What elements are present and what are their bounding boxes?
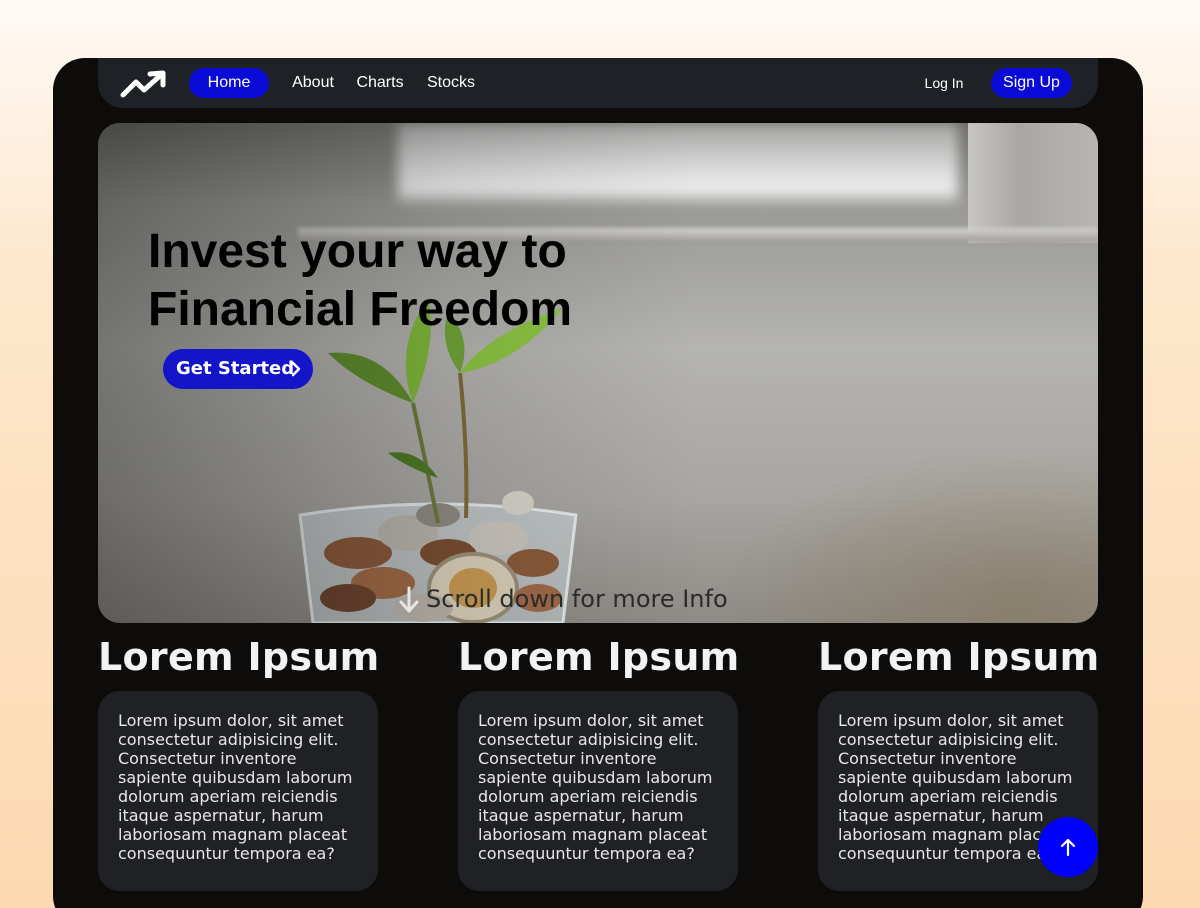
- hero-banner: Invest your way to Financial Freedom Get…: [98, 123, 1098, 623]
- chevron-right-icon: [291, 361, 301, 377]
- feature-title: Lorem Ipsum: [458, 635, 740, 679]
- nav-link-stocks[interactable]: Stocks: [424, 68, 478, 98]
- nav-link-home[interactable]: Home: [189, 68, 269, 98]
- feature-title: Lorem Ipsum: [98, 635, 380, 679]
- scroll-to-top-button[interactable]: [1038, 817, 1098, 877]
- scroll-hint-text: Scroll down for more Info: [426, 585, 728, 613]
- hero-title-line2: Financial Freedom: [148, 283, 573, 336]
- feature-title: Lorem Ipsum: [818, 635, 1100, 679]
- login-link[interactable]: Log In: [924, 68, 964, 98]
- hero-title: Invest your way to Financial Freedom: [148, 223, 668, 339]
- get-started-label: Get Started: [176, 358, 295, 379]
- feature-text: Lorem ipsum dolor, sit amet consectetur …: [118, 711, 353, 863]
- arrow-up-icon: [1060, 838, 1076, 857]
- feature-column: Lorem Ipsum Lorem ipsum dolor, sit amet …: [98, 633, 380, 891]
- signup-button[interactable]: Sign Up: [991, 68, 1072, 98]
- hero-title-line1: Invest your way to: [148, 225, 567, 278]
- feature-column: Lorem Ipsum Lorem ipsum dolor, sit amet …: [458, 633, 740, 891]
- nav-link-about[interactable]: About: [286, 68, 340, 98]
- feature-card: Lorem ipsum dolor, sit amet consectetur …: [98, 691, 378, 891]
- feature-text: Lorem ipsum dolor, sit amet consectetur …: [478, 711, 713, 863]
- page-frame: Home About Charts Stocks Log In Sign Up: [53, 58, 1143, 908]
- get-started-button[interactable]: Get Started: [163, 349, 313, 389]
- feature-card: Lorem ipsum dolor, sit amet consectetur …: [458, 691, 738, 891]
- navbar: Home About Charts Stocks Log In Sign Up: [98, 58, 1098, 108]
- arrow-down-icon: [399, 586, 419, 613]
- scroll-hint[interactable]: Scroll down for more Info: [398, 583, 728, 615]
- trending-up-icon[interactable]: [120, 70, 168, 98]
- nav-link-charts[interactable]: Charts: [354, 68, 406, 98]
